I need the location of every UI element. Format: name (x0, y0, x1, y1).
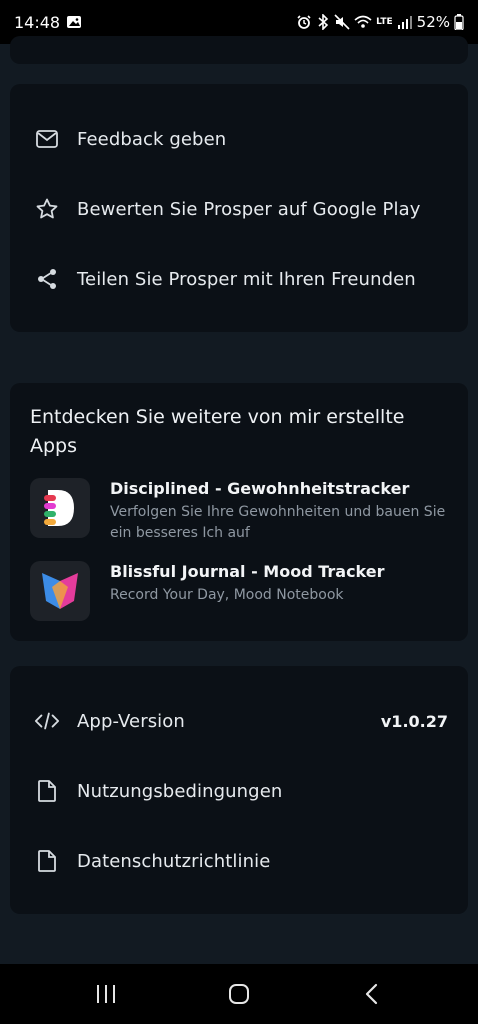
app-blissful-journal[interactable]: Blissful Journal - Mood Tracker Record Y… (30, 561, 456, 621)
disciplined-app-name: Disciplined - Gewohnheitstracker (110, 479, 410, 498)
app-disciplined[interactable]: Disciplined - Gewohnheitstracker Verfolg… (30, 478, 456, 544)
links-card: Feedback geben Bewerten Sie Prosper auf … (10, 84, 468, 332)
mute-icon (334, 14, 350, 30)
app-version-label: App-Version (77, 710, 185, 732)
back-icon (365, 983, 377, 1005)
rate-row[interactable]: Bewerten Sie Prosper auf Google Play (10, 184, 468, 234)
more-apps-title: Entdecken Sie weitere von mir erstellte … (30, 406, 405, 457)
code-icon (34, 708, 60, 734)
gallery-notification-icon (66, 14, 82, 30)
blissful-journal-app-description: Record Your Day, Mood Notebook (110, 587, 344, 603)
disciplined-app-description: Verfolgen Sie Ihre Gewohnheiten und baue… (110, 504, 446, 541)
feedback-label: Feedback geben (77, 128, 227, 150)
privacy-row[interactable]: Datenschutzrichtlinie (10, 836, 468, 886)
battery-icon (454, 14, 464, 30)
terms-row[interactable]: Nutzungsbedingungen (10, 766, 468, 816)
system-navigation-bar (0, 964, 478, 1024)
bluetooth-icon (316, 14, 330, 30)
previous-card (10, 36, 468, 64)
info-card: App-Version v1.0.27 Nutzungsbedingungen … (10, 666, 468, 914)
recent-apps-icon (97, 985, 116, 1003)
lte-indicator: LTE (376, 16, 393, 27)
back-button[interactable] (342, 964, 402, 1024)
app-version-value: v1.0.27 (380, 711, 448, 731)
wifi-calling-icon (354, 14, 372, 30)
home-icon (228, 984, 249, 1004)
battery-percent: 52% (416, 13, 450, 31)
recent-apps-button[interactable] (76, 964, 136, 1024)
home-button[interactable] (209, 964, 269, 1024)
blissful-journal-app-name: Blissful Journal - Mood Tracker (110, 562, 385, 581)
blissful-journal-app-icon (30, 561, 90, 621)
more-apps-card: Entdecken Sie weitere von mir erstellte … (10, 383, 468, 641)
document-icon (34, 778, 60, 804)
alarm-icon (296, 14, 312, 30)
disciplined-app-icon (30, 478, 90, 538)
share-row[interactable]: Teilen Sie Prosper mit Ihren Freunden (10, 254, 468, 304)
privacy-label: Datenschutzrichtlinie (77, 850, 271, 872)
document-icon (34, 848, 60, 874)
status-time: 14:48 (14, 12, 61, 32)
feedback-row[interactable]: Feedback geben (10, 114, 468, 164)
terms-label: Nutzungsbedingungen (77, 780, 283, 802)
star-icon (34, 196, 60, 222)
mail-icon (34, 126, 60, 152)
signal-icon (397, 14, 413, 30)
app-version-row: App-Version v1.0.27 (10, 696, 468, 746)
share-icon (34, 266, 60, 292)
share-label: Teilen Sie Prosper mit Ihren Freunden (77, 268, 416, 290)
rate-label: Bewerten Sie Prosper auf Google Play (77, 198, 421, 220)
